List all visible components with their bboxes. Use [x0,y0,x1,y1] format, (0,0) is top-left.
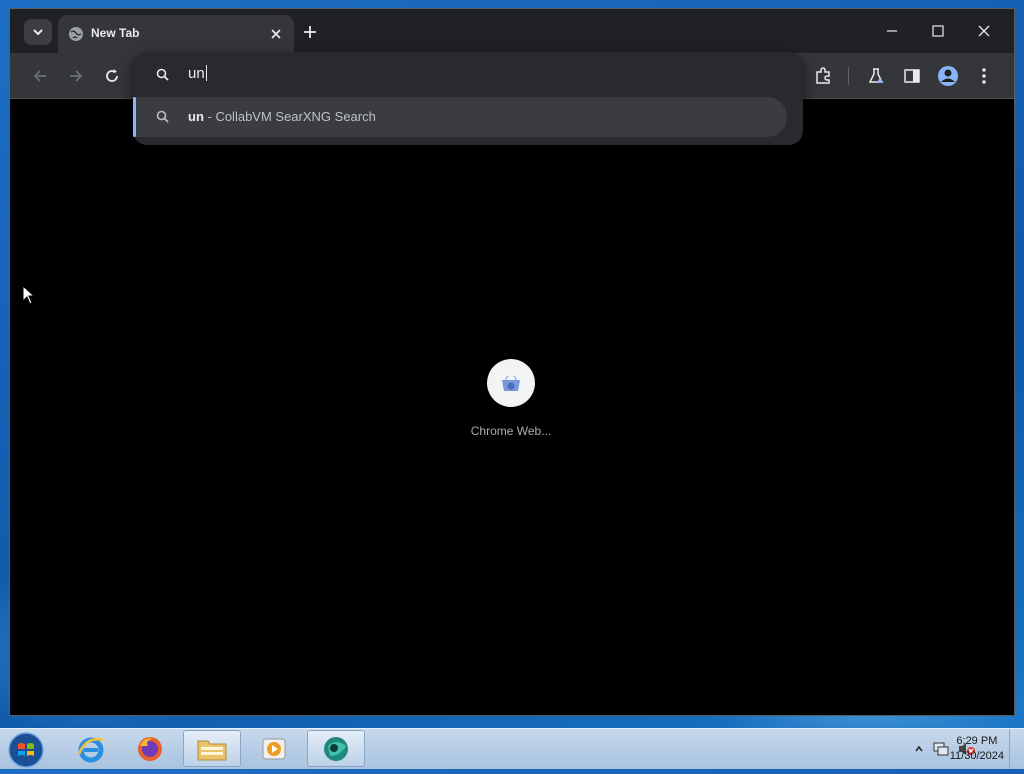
reload-button[interactable] [100,64,124,88]
forward-icon [70,70,83,82]
labs-icon [868,68,884,83]
new-tab-button[interactable] [298,20,322,44]
shortcut-favicon [487,359,535,407]
toolbar-divider [848,67,849,85]
tab-new-tab[interactable]: New Tab [58,15,294,53]
taskbar-firefox[interactable] [121,730,179,767]
clock[interactable]: 6:29 PM 11/30/2024 [950,734,1004,764]
globe-icon [69,27,83,41]
suggestion-selected-indicator [133,97,136,137]
suggestion-match: un [188,109,204,124]
folder-icon [197,740,227,760]
side-panel-icon [904,69,920,83]
taskbar-media-player[interactable] [245,730,303,767]
close-button[interactable] [964,17,1004,45]
shortcut-tile[interactable]: Chrome Web... [459,359,563,438]
chrome-web-store-icon [502,376,520,391]
search-icon [156,68,169,81]
media-player-icon [262,738,286,759]
suggestion-rest: - CollabVM SearXNG Search [203,109,376,124]
show-desktop-button[interactable] [1009,729,1024,769]
omnibox-dropdown[interactable]: un un - CollabVM SearXNG Search [133,52,803,145]
network-icon[interactable] [932,741,950,757]
shortcut-label: Chrome Web... [470,424,552,438]
browser-window: New Tab Chrome Web... un un - CollabVM S… [9,8,1015,716]
windows-logo-icon [8,732,44,768]
tab-search-button[interactable] [24,19,52,45]
suggestion-text: un - CollabVM SearXNG Search [188,109,376,124]
internet-explorer-icon [77,737,104,762]
close-icon [978,25,990,37]
back-button[interactable] [28,64,52,88]
tab-strip: New Tab [10,9,1014,53]
chrome-app-icon [324,736,348,761]
close-icon [271,29,281,39]
extensions-button[interactable] [811,64,835,88]
profile-button[interactable] [936,64,960,88]
omnibox-suggestion[interactable]: un - CollabVM SearXNG Search [133,97,787,137]
omnibox-value: un [188,65,205,82]
extensions-icon [816,67,830,84]
forward-button[interactable] [64,64,88,88]
tab-title: New Tab [91,26,140,40]
omnibox-input[interactable]: un [188,65,207,82]
firefox-icon [138,736,162,761]
text-caret [205,65,207,81]
taskbar-chrome-app[interactable] [307,730,365,767]
taskbar-file-explorer[interactable] [183,730,241,767]
labs-button[interactable] [864,64,888,88]
taskbar: 6:29 PM 11/30/2024 [0,728,1024,769]
taskbar-internet-explorer[interactable] [62,730,120,767]
chevron-up-icon[interactable] [914,744,924,754]
profile-icon [938,66,958,86]
clock-time: 6:29 PM [956,735,998,747]
chevron-down-icon [33,29,43,36]
reload-icon [106,69,118,82]
maximize-icon [932,25,944,37]
menu-icon [982,68,986,84]
new-tab-page: Chrome Web... [10,99,1014,715]
maximize-button[interactable] [918,17,958,45]
menu-button[interactable] [972,64,996,88]
minimize-icon [887,30,897,32]
minimize-button[interactable] [872,17,912,45]
tab-close-button[interactable] [266,24,286,44]
search-icon [156,110,169,123]
plus-icon [304,26,316,38]
mouse-cursor-icon [22,285,36,305]
start-button[interactable] [6,731,46,769]
back-icon [33,70,46,82]
clock-date: 11/30/2024 [949,750,1004,762]
side-panel-button[interactable] [900,64,924,88]
